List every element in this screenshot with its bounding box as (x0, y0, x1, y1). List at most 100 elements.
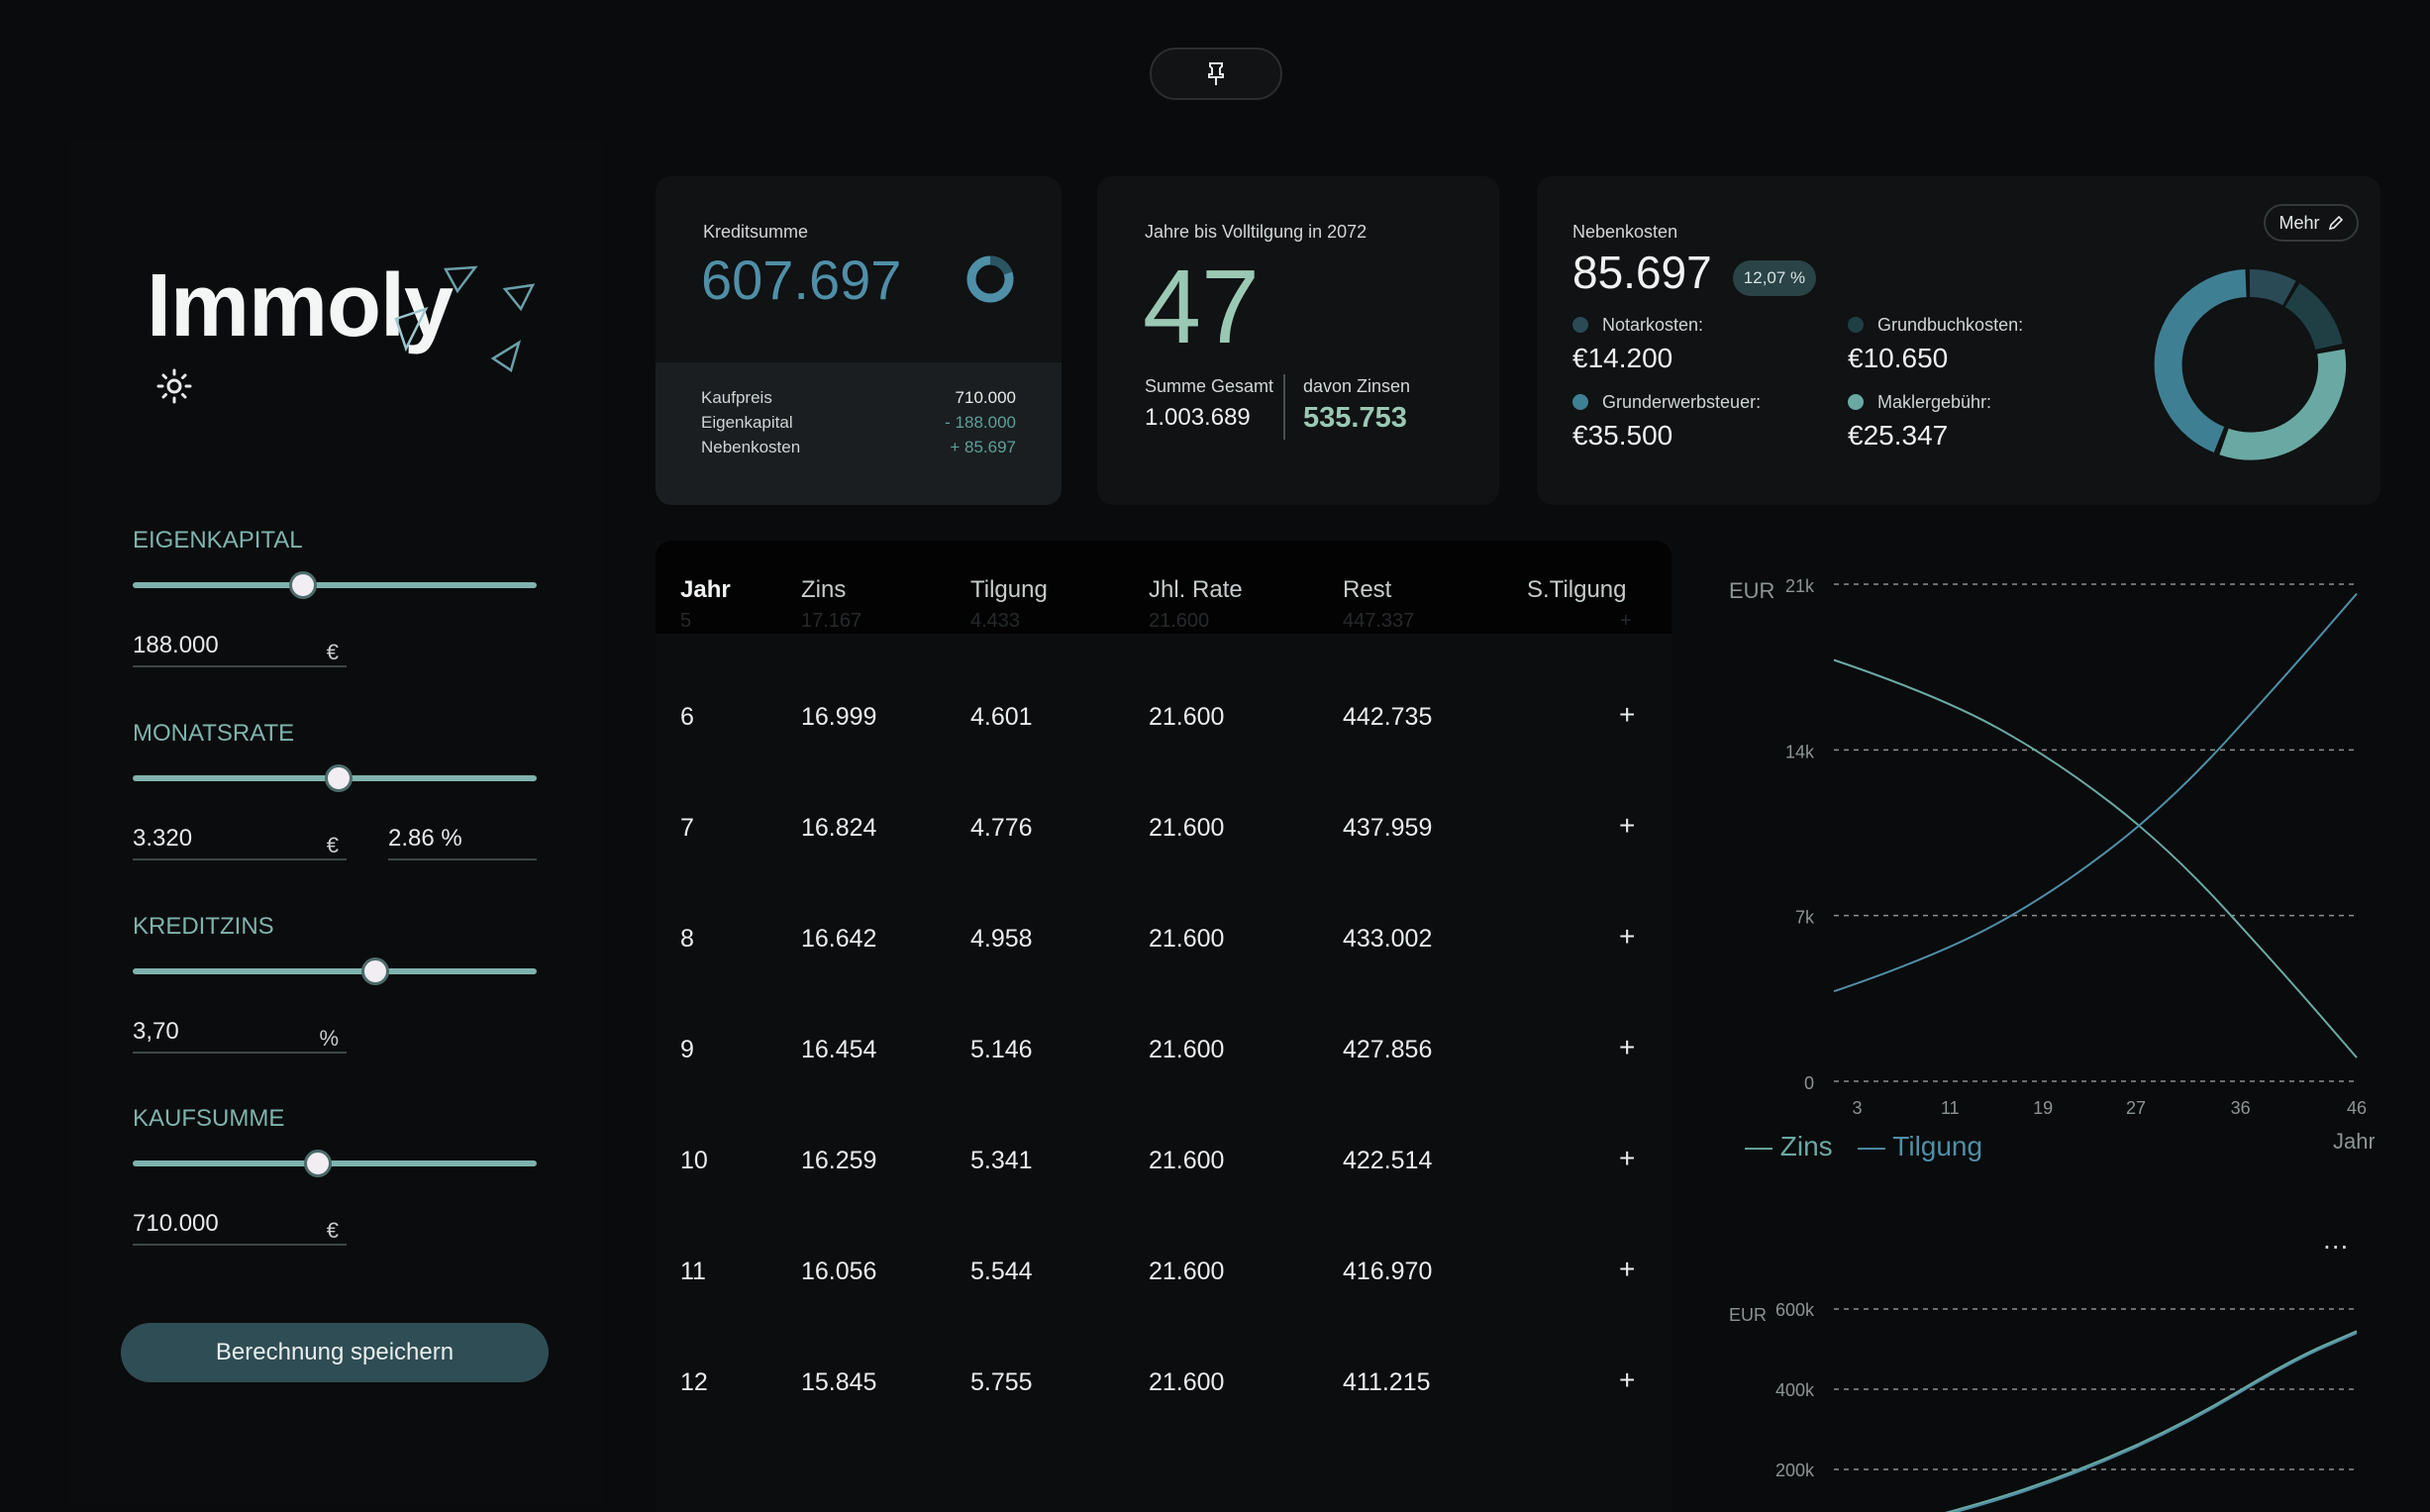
costs-card: Nebenkosten 85.697 Notarkosten: €14.200 … (1537, 176, 2380, 505)
legend-dot (1572, 317, 1588, 333)
eigenkapital-input[interactable]: 188.000 € (133, 628, 347, 667)
y-tick-label: 400k (1775, 1380, 1815, 1400)
credit-donut-icon (966, 255, 1014, 303)
breakdown-value: + 85.697 (950, 438, 1016, 456)
column-header[interactable]: Jahr (680, 576, 731, 604)
kreditzins-unit: % (319, 1026, 339, 1051)
makler-value: €25.347 (1848, 420, 1949, 451)
cell-rest: 427.856 (1343, 1036, 1433, 1063)
y-tick-label: 7k (1795, 908, 1815, 928)
years-card: Jahre bis Volltilgung in 2072 47 Summe G… (1097, 176, 1499, 505)
eigenkapital-value: 188.000 (133, 632, 219, 658)
series-line-0 (1952, 1332, 2358, 1512)
eigenkapital-slider-thumb[interactable] (289, 571, 317, 599)
costs-donut-chart (2154, 269, 2347, 460)
theme-toggle-icon[interactable] (156, 368, 192, 404)
monatsrate-input[interactable]: 3.320 € (133, 821, 347, 860)
legend-dot (1848, 317, 1864, 333)
cell-rate: 21.600 (1149, 1036, 1225, 1063)
monatsrate-percent-input[interactable]: 2.86 % (388, 821, 537, 860)
mehr-button[interactable]: Mehr (2264, 204, 2359, 242)
add-sondertilgung-button[interactable]: + (1619, 699, 1635, 731)
breakdown-value: - 188.000 (945, 413, 1016, 432)
series-line-1 (1945, 1330, 2358, 1512)
column-header[interactable]: Zins (801, 576, 846, 604)
table-row: 11 16.056 5.544 21.600 416.970 + (656, 1218, 1671, 1329)
credit-sum-card: Kreditsumme 607.697 Kaufpreis 710.000 Ei… (656, 176, 1062, 505)
pin-button[interactable] (1150, 48, 1282, 100)
cell-jahr: 10 (680, 1147, 708, 1174)
grundbuch-label: Grundbuchkosten: (1877, 315, 2024, 335)
monatsrate-unit: € (326, 833, 339, 857)
x-tick-label: 3 (1852, 1098, 1862, 1118)
table-row: 7 16.824 4.776 21.600 437.959 + (656, 774, 1671, 885)
y-tick-label: 14k (1785, 742, 1815, 761)
series-lines (1833, 592, 2358, 1058)
kaufsumme-slider-thumb[interactable] (304, 1150, 332, 1177)
add-sondertilgung-button[interactable]: + (1619, 1032, 1635, 1063)
add-sondertilgung-button[interactable]: + (1619, 1143, 1635, 1174)
kreditzins-slider-thumb[interactable] (361, 958, 389, 985)
column-header[interactable]: Rest (1343, 576, 1391, 604)
cell-zins: 15.845 (801, 1368, 877, 1396)
table-row: 12 15.845 5.755 21.600 411.215 + (656, 1329, 1671, 1440)
kaufsumme-slider[interactable] (133, 1150, 537, 1177)
column-header[interactable]: Tilgung (970, 576, 1048, 604)
total-label: Summe Gesamt (1145, 376, 1274, 396)
interest-label: davon Zinsen (1303, 376, 1411, 396)
series-line-tilgung (1833, 592, 2358, 993)
ghost-cell: 5 (680, 610, 692, 632)
add-sondertilgung-button[interactable]: + (1619, 921, 1635, 953)
y-tick-label: 600k (1775, 1300, 1815, 1320)
y-ticks: 0 7k 14k 21k (1785, 576, 1815, 1093)
monatsrate-value: 3.320 (133, 825, 193, 852)
series-lines (1945, 1330, 2358, 1512)
x-tick-label: 11 (1941, 1098, 1960, 1118)
column-header[interactable]: S.Tilgung (1527, 576, 1627, 604)
monatsrate-slider[interactable] (133, 764, 537, 792)
breakdown-label: Nebenkosten (701, 438, 801, 456)
mehr-label: Mehr (2278, 212, 2320, 233)
cell-zins: 16.999 (801, 703, 877, 731)
chart-menu-button[interactable]: ... (2323, 1224, 2349, 1256)
cell-rate: 21.600 (1149, 925, 1225, 953)
save-calculation-button[interactable]: Berechnung speichern (121, 1323, 549, 1382)
monatsrate-slider-thumb[interactable] (325, 764, 353, 792)
y-ticks: 200k 400k 600k (1775, 1300, 1815, 1480)
cell-rest: 416.970 (1343, 1258, 1433, 1285)
kaufsumme-unit: € (326, 1218, 339, 1243)
table-row: 8 16.642 4.958 21.600 433.002 + (656, 885, 1671, 996)
kreditzins-slider[interactable] (133, 958, 537, 985)
credit-sum-label: Kreditsumme (703, 222, 809, 242)
ghost-cell: + (1620, 610, 1632, 632)
credit-breakdown: Kaufpreis 710.000 Eigenkapital - 188.000… (656, 362, 1062, 505)
costs-label: Nebenkosten (1572, 222, 1678, 242)
y-axis-label: EUR (1729, 1305, 1767, 1325)
grundbuch-value: €10.650 (1848, 343, 1949, 373)
eigenkapital-unit: € (326, 640, 339, 664)
pencil-icon (2328, 215, 2343, 231)
add-sondertilgung-button[interactable]: + (1619, 1364, 1635, 1396)
breakdown-row: Kaufpreis 710.000 (701, 388, 1016, 408)
add-sondertilgung-button[interactable]: + (1619, 810, 1635, 842)
makler-label: Maklergebühr: (1877, 392, 1992, 412)
column-header[interactable]: Jhl. Rate (1149, 576, 1243, 604)
table-row: 10 16.259 5.341 21.600 422.514 + (656, 1107, 1671, 1218)
cell-rest: 422.514 (1343, 1147, 1433, 1174)
x-tick-label: 19 (2033, 1098, 2053, 1118)
x-tick-label: 27 (2126, 1098, 2146, 1118)
breakdown-row: Eigenkapital - 188.000 (701, 413, 1016, 433)
grid-lines (1834, 1308, 2357, 1470)
cell-tilgung: 5.755 (970, 1368, 1033, 1396)
kreditzins-value: 3,70 (133, 1018, 179, 1045)
kreditzins-label: KREDITZINS (133, 913, 274, 940)
kaufsumme-input[interactable]: 710.000 € (133, 1206, 347, 1246)
kreditzins-input[interactable]: 3,70 % (133, 1014, 347, 1054)
eigenkapital-slider[interactable] (133, 571, 537, 599)
cell-tilgung: 4.958 (970, 925, 1033, 953)
cell-zins: 16.824 (801, 814, 877, 842)
ghost-cell: 4.433 (970, 610, 1021, 632)
balance-chart: EUR 200k 400k 600k (1729, 1300, 2358, 1512)
add-sondertilgung-button[interactable]: + (1619, 1254, 1635, 1285)
legend-zins: — Zins (1745, 1131, 1833, 1161)
